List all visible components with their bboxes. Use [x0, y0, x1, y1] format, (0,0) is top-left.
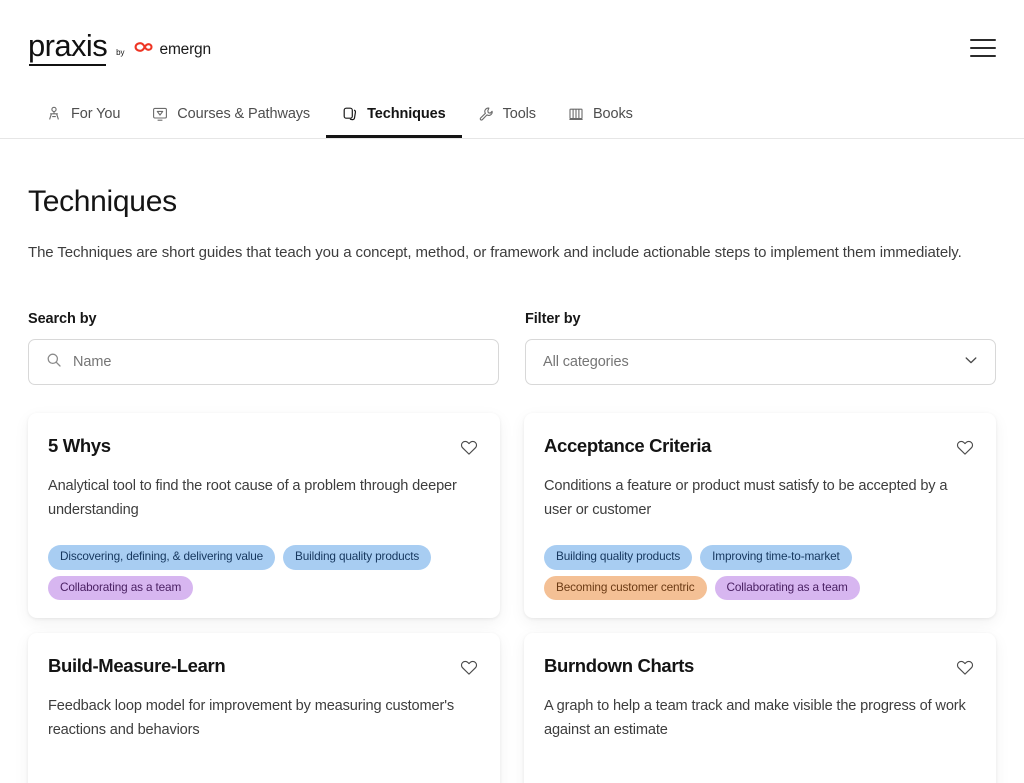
site-header: praxis by emergn	[0, 0, 1024, 96]
tab-courses-and-pathways[interactable]: Courses & Pathways	[136, 96, 326, 138]
technique-card[interactable]: Acceptance Criteria Conditions a feature…	[524, 413, 996, 619]
search-label: Search by	[28, 311, 97, 328]
nav-tab-list: For You Courses & Pathways Techniques To…	[28, 96, 996, 138]
card-tag[interactable]: Building quality products	[544, 544, 693, 570]
search-field-group: Search by Name	[28, 311, 499, 386]
card-tag[interactable]: Building quality products	[283, 544, 432, 570]
card-tag[interactable]: Collaborating as a team	[48, 575, 194, 601]
tab-label: Tools	[502, 106, 536, 122]
tab-label: Techniques	[367, 106, 446, 122]
main-navigation: For You Courses & Pathways Techniques To…	[0, 96, 1024, 139]
heart-outline-icon[interactable]	[458, 656, 480, 678]
person-user-icon	[46, 106, 62, 122]
main-content: Techniques The Techniques are short guid…	[0, 185, 1024, 783]
books-icon	[568, 106, 584, 122]
emergn-infinity-icon	[134, 41, 155, 60]
hamburger-menu-icon[interactable]	[970, 39, 996, 57]
tab-for-you[interactable]: For You	[28, 96, 136, 138]
by-label: by	[116, 47, 125, 57]
brand-lockup[interactable]: praxis by emergn	[28, 30, 211, 67]
card-description: Feedback loop model for improvement by m…	[48, 698, 454, 739]
tab-label: For You	[71, 106, 121, 122]
copy-cards-icon	[342, 106, 358, 122]
emergn-logo[interactable]: emergn	[134, 41, 211, 60]
tab-books[interactable]: Books	[552, 96, 649, 138]
card-tag[interactable]: Becoming customer centric	[544, 575, 707, 601]
filter-label: Filter by	[525, 311, 581, 328]
page-root: praxis by emergn For You Courses & Pathw…	[0, 0, 1024, 783]
heart-outline-icon[interactable]	[458, 436, 480, 458]
card-description: Conditions a feature or product must sat…	[544, 478, 948, 519]
category-select-value: All categories	[543, 354, 629, 371]
card-header: Burndown Charts	[544, 655, 976, 678]
card-header: Build-Measure-Learn	[48, 655, 480, 678]
card-tag-list: Discovering, defining, & delivering valu…	[48, 523, 480, 601]
card-description: Analytical tool to find the root cause o…	[48, 478, 457, 519]
card-tag[interactable]: Discovering, defining, & delivering valu…	[48, 544, 276, 570]
technique-card[interactable]: Build-Measure-Learn Feedback loop model …	[28, 633, 500, 783]
search-input-wrapper[interactable]: Name	[28, 339, 499, 386]
praxis-logo[interactable]: praxis	[28, 30, 108, 67]
tab-label: Books	[592, 106, 633, 122]
tab-label: Courses & Pathways	[177, 106, 311, 122]
card-tag-list: Building quality products Improving time…	[544, 523, 976, 601]
heart-outline-icon[interactable]	[954, 656, 976, 678]
card-header: 5 Whys	[48, 435, 480, 458]
hamburger-line	[970, 39, 996, 41]
chevron-down-icon	[962, 351, 980, 374]
heart-outline-icon[interactable]	[954, 436, 976, 458]
filters-row: Search by Name Filter by All categories	[28, 311, 996, 386]
monitor-screen-icon	[152, 106, 168, 122]
hamburger-line	[970, 47, 996, 49]
search-input[interactable]: Name	[73, 354, 111, 370]
hamburger-line	[970, 55, 996, 57]
card-description: A graph to help a team track and make vi…	[544, 698, 966, 739]
category-select[interactable]: All categories	[525, 339, 996, 386]
card-tag[interactable]: Collaborating as a team	[714, 575, 860, 601]
page-title: Techniques	[28, 185, 177, 218]
card-header: Acceptance Criteria	[544, 435, 976, 458]
techniques-grid: 5 Whys Analytical tool to find the root …	[28, 413, 996, 783]
filter-field-group: Filter by All categories	[525, 311, 996, 386]
card-tag[interactable]: Improving time-to-market	[700, 544, 852, 570]
search-icon	[46, 352, 62, 373]
technique-card[interactable]: 5 Whys Analytical tool to find the root …	[28, 413, 500, 619]
page-description: The Techniques are short guides that tea…	[28, 244, 962, 261]
emergn-wordmark: emergn	[159, 41, 212, 58]
card-title: Burndown Charts	[544, 655, 694, 677]
card-title: Acceptance Criteria	[544, 435, 712, 457]
wrench-icon	[478, 106, 494, 122]
tab-techniques[interactable]: Techniques	[326, 96, 462, 138]
card-title: Build-Measure-Learn	[48, 655, 226, 677]
tab-tools[interactable]: Tools	[462, 96, 552, 138]
technique-card[interactable]: Burndown Charts A graph to help a team t…	[524, 633, 996, 783]
card-title: 5 Whys	[48, 435, 111, 457]
